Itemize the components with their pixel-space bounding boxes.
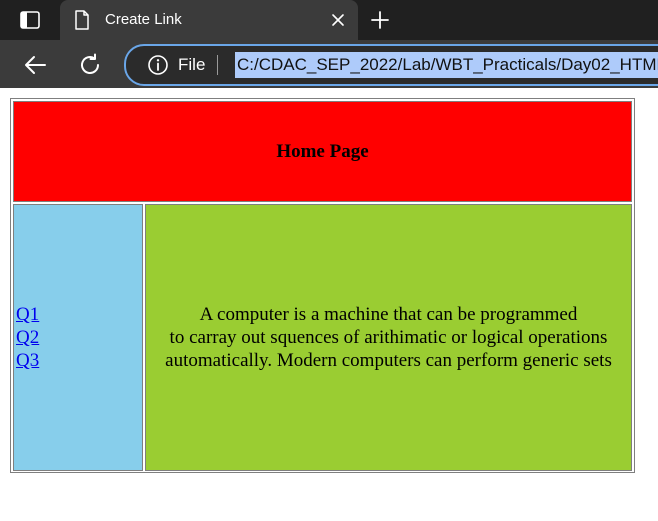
nav-link-q3[interactable]: Q3 — [16, 349, 142, 372]
address-separator — [217, 55, 218, 75]
url-text[interactable]: C:/CDAC_SEP_2022/Lab/WBT_Practicals/Day0… — [235, 52, 658, 78]
close-icon — [332, 14, 344, 26]
content-cell: A computer is a machine that can be prog… — [145, 204, 632, 471]
document-icon — [75, 10, 89, 30]
layout-table: Home Page Q1 Q2 Q3 A computer is a machi… — [10, 98, 635, 473]
back-button[interactable] — [22, 52, 48, 78]
tab-bar: Create Link — [0, 0, 658, 40]
tab-actions-button[interactable] — [14, 9, 46, 31]
tab-close-button[interactable] — [328, 10, 348, 30]
back-arrow-icon — [25, 56, 46, 74]
nav-link-q2[interactable]: Q2 — [16, 326, 142, 349]
nav-link-q1[interactable]: Q1 — [16, 303, 142, 326]
scheme-label: File — [178, 55, 206, 74]
active-tab[interactable]: Create Link — [60, 0, 358, 40]
page-title: Home Page — [276, 140, 369, 162]
reload-icon — [81, 53, 99, 74]
plus-icon — [371, 11, 389, 29]
reload-button[interactable] — [77, 52, 103, 78]
info-icon[interactable] — [147, 54, 169, 76]
page-content: Home Page Q1 Q2 Q3 A computer is a machi… — [0, 88, 658, 521]
content-line: A computer is a machine that can be prog… — [199, 304, 578, 325]
content-text: A computer is a machine that can be prog… — [165, 303, 612, 372]
content-line: to carray out squences of arithimatic or… — [169, 327, 608, 348]
address-bar[interactable]: File C:/CDAC_SEP_2022/Lab/WBT_Practicals… — [124, 44, 658, 86]
tab-title: Create Link — [105, 11, 182, 28]
content-line: automatically. Modern computers can perf… — [165, 350, 612, 371]
browser-toolbar: File C:/CDAC_SEP_2022/Lab/WBT_Practicals… — [0, 40, 658, 88]
new-tab-button[interactable] — [368, 8, 392, 32]
nav-cell: Q1 Q2 Q3 — [13, 204, 143, 471]
header-cell: Home Page — [13, 101, 632, 202]
tab-actions-icon — [20, 11, 40, 29]
